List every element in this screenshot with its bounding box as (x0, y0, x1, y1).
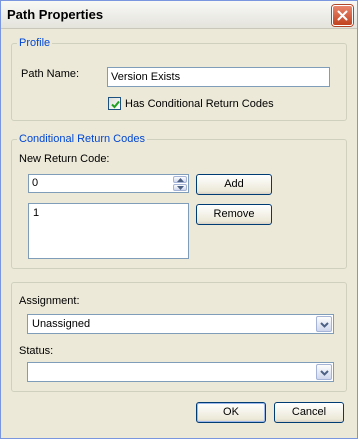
profile-group-label: Profile (17, 36, 53, 50)
close-icon (337, 10, 348, 21)
checkmark-icon (111, 100, 120, 109)
has-conditional-checkbox[interactable] (108, 97, 121, 110)
list-item[interactable]: 1 (33, 207, 39, 219)
arrow-up-icon (177, 178, 184, 182)
dialog-window: Path Properties Profile Path Name: Versi… (0, 0, 358, 439)
assignment-value: Unassigned (32, 318, 91, 330)
assignment-label: Assignment: (19, 295, 80, 307)
new-return-code-label: New Return Code: (19, 153, 110, 165)
return-codes-list[interactable]: 1 (28, 203, 189, 259)
status-select[interactable] (27, 362, 334, 382)
conditional-group-label: Conditional Return Codes (17, 132, 147, 146)
window-title: Path Properties (7, 7, 104, 22)
assignment-dropdown-button[interactable] (316, 316, 332, 332)
close-button[interactable] (332, 5, 353, 26)
add-button[interactable]: Add (196, 174, 272, 195)
conditional-return-codes-group: Conditional Return Codes New Return Code… (11, 132, 347, 269)
path-name-field[interactable]: Version Exists (107, 67, 330, 87)
has-conditional-label[interactable]: Has Conditional Return Codes (125, 98, 274, 111)
path-name-label: Path Name: (21, 68, 80, 80)
new-return-code-value: 0 (32, 177, 39, 189)
ok-button[interactable]: OK (196, 402, 266, 423)
profile-group: Profile Path Name: Version Exists Has Co… (11, 36, 347, 121)
path-name-value: Version Exists (111, 71, 181, 83)
chevron-down-icon (320, 322, 329, 328)
status-label: Status: (19, 345, 54, 357)
title-bar[interactable]: Path Properties (1, 1, 357, 29)
chevron-down-icon (320, 370, 329, 376)
status-dropdown-button[interactable] (316, 364, 332, 380)
assignment-select[interactable]: Unassigned (27, 314, 334, 334)
cancel-button[interactable]: Cancel (274, 402, 344, 423)
new-return-code-stepper[interactable]: 0 (28, 174, 189, 193)
assignment-group: Assignment: Unassigned Status: (11, 282, 347, 392)
spin-up-button[interactable] (173, 176, 187, 183)
spin-down-button[interactable] (173, 184, 187, 191)
arrow-down-icon (177, 186, 184, 190)
remove-button[interactable]: Remove (196, 204, 272, 225)
